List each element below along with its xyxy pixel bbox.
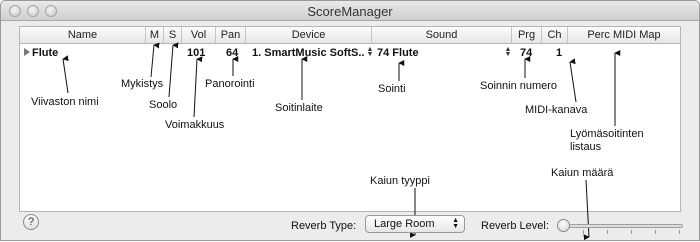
volume-cell[interactable]: 101 [187, 45, 205, 61]
annotation-perc-map-line1: Lyömäsoitinten [570, 128, 644, 140]
column-header-program[interactable]: Prg [512, 27, 542, 43]
column-header-name[interactable]: Name [20, 27, 146, 43]
column-header-pan[interactable]: Pan [216, 27, 246, 43]
device-stepper-icon[interactable]: ▲ ▼ [366, 46, 374, 58]
reverb-level-label: Reverb Level: [481, 220, 549, 232]
slider-tick [679, 230, 680, 234]
annotation-panning: Panorointi [205, 78, 255, 90]
device-popup[interactable]: 1. SmartMusic SoftS... [252, 45, 364, 61]
reverb-type-value: Large Room [374, 218, 435, 230]
help-button[interactable]: ? [23, 214, 39, 230]
score-manager-window: ScoreManager Name M S Vol Pan Device Sou… [0, 0, 700, 241]
column-header-device[interactable]: Device [246, 27, 372, 43]
column-header-mute[interactable]: M [146, 27, 164, 43]
staff-name-cell[interactable]: Flute [32, 45, 58, 61]
annotation-perc-map-line2: listaus [570, 141, 602, 153]
reverb-type-select[interactable]: Large Room ▲ ▼ [365, 215, 465, 233]
annotation-solo: Soolo [149, 99, 178, 111]
column-header-solo[interactable]: S [164, 27, 182, 43]
column-header-volume[interactable]: Vol [182, 27, 216, 43]
slider-tick [583, 230, 584, 234]
annotation-device: Soitinlaite [275, 102, 323, 114]
sound-popup[interactable]: 74 Flute [377, 45, 419, 61]
column-header-channel[interactable]: Ch [542, 27, 568, 43]
annotation-mute: Mykistys [121, 78, 164, 90]
pan-cell[interactable]: 64 [226, 45, 238, 61]
title-bar: ScoreManager [1, 1, 699, 21]
column-header-sound[interactable]: Sound [372, 27, 512, 43]
reverb-level-slider-knob[interactable] [557, 219, 570, 232]
slider-tick [607, 230, 608, 234]
annotation-program-number: Soinnin numero [480, 80, 558, 92]
annotation-reverb-amount: Kaiun määrä [551, 167, 614, 179]
annotation-staff-name: Viivaston nimi [31, 96, 99, 108]
reverb-level-track[interactable] [559, 224, 683, 228]
table-header: Name M S Vol Pan Device Sound Prg Ch Per… [20, 27, 680, 44]
annotation-reverb-type: Kaiun tyyppi [370, 175, 430, 187]
annotation-volume: Voimakkuus [165, 119, 225, 131]
sound-stepper-icon[interactable]: ▲ ▼ [504, 46, 512, 58]
annotation-sound: Sointi [378, 83, 406, 95]
annotation-midi-channel: MIDI-kanava [525, 104, 588, 116]
select-arrows-icon: ▲ ▼ [452, 217, 459, 230]
window-title: ScoreManager [307, 4, 393, 19]
disclosure-triangle-icon[interactable] [24, 48, 30, 56]
instrument-table: Name M S Vol Pan Device Sound Prg Ch Per… [19, 26, 681, 212]
slider-tick [655, 230, 656, 234]
channel-cell[interactable]: 1 [556, 45, 562, 61]
column-header-perc-midi-map[interactable]: Perc MIDI Map [568, 27, 680, 43]
program-cell[interactable]: 74 [520, 45, 532, 61]
slider-tick [631, 230, 632, 234]
reverb-type-label-text: Reverb Type: [291, 220, 357, 232]
